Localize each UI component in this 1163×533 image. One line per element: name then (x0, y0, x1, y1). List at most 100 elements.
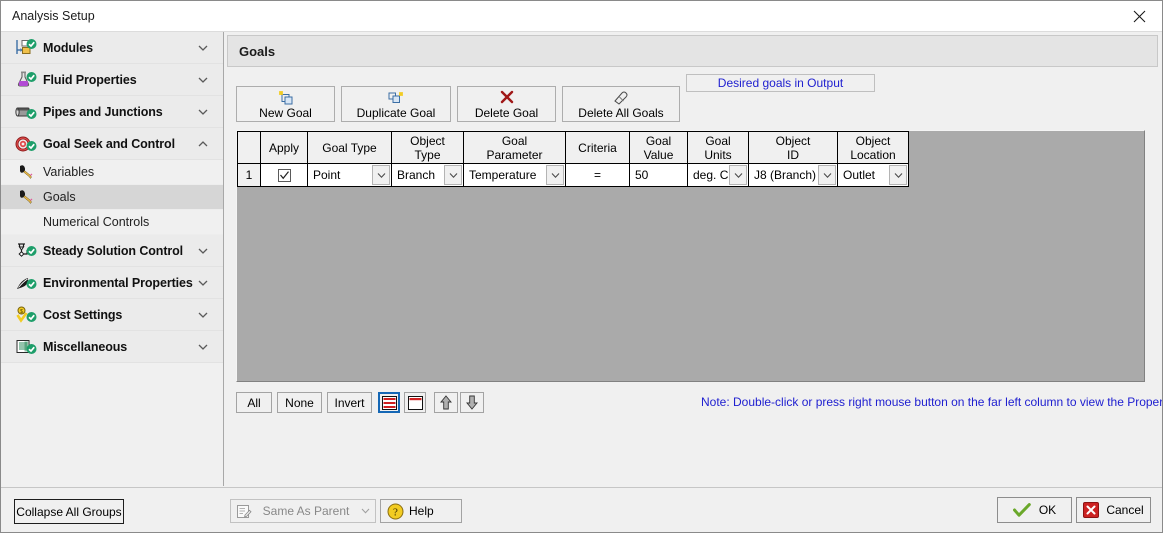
row-number-cell[interactable]: 1 (237, 163, 261, 187)
column-header-goal-value[interactable]: Goal Value (629, 131, 688, 164)
goal-type-dropdown-arrow[interactable] (372, 165, 390, 185)
chevron-down-icon[interactable] (355, 508, 375, 514)
help-button[interactable]: ? Help (380, 499, 462, 523)
chevron-up-icon[interactable] (197, 138, 209, 150)
header-label-line1: Object (410, 133, 445, 148)
grid-header-only-icon[interactable] (404, 392, 426, 413)
desired-goals-in-output-link[interactable]: Desired goals in Output (686, 74, 875, 92)
criteria-cell[interactable]: = (565, 163, 630, 187)
move-down-button[interactable] (460, 392, 484, 413)
column-header-rownum[interactable] (237, 131, 261, 164)
ok-button[interactable]: OK (997, 497, 1072, 523)
column-header-object-id[interactable]: Object ID (748, 131, 838, 164)
ok-label: OK (1038, 503, 1057, 517)
sidebar-item-miscellaneous[interactable]: Miscellaneous (1, 331, 223, 363)
sidebar-item-environmental-properties[interactable]: Environmental Properties (1, 267, 223, 299)
criteria-value: = (593, 168, 601, 182)
help-label: Help (409, 504, 434, 518)
chevron-down-icon[interactable] (197, 245, 209, 257)
flask-icon (9, 71, 43, 89)
goal-value-input[interactable]: 50 (630, 168, 687, 182)
sidebar-item-numerical-controls[interactable]: Numerical Controls (1, 210, 223, 235)
goal-units-value: deg. C (693, 168, 729, 182)
sidebar-item-modules[interactable]: Modules (1, 32, 223, 64)
row-number: 1 (245, 168, 253, 182)
invert-selection-button[interactable]: Invert (327, 392, 372, 413)
column-header-object-location[interactable]: Object Location (837, 131, 909, 164)
select-none-button[interactable]: None (277, 392, 322, 413)
sidebar-item-label: Variables (43, 165, 95, 179)
window-title: Analysis Setup (12, 9, 95, 23)
new-goal-button[interactable]: New Goal (236, 86, 335, 122)
sidebar-item-steady-solution-control[interactable]: Steady Solution Control (1, 235, 223, 267)
object-location-value: Outlet (843, 168, 876, 182)
arrow-up-icon (440, 395, 452, 410)
column-header-goal-type[interactable]: Goal Type (307, 131, 392, 164)
select-none-label: None (285, 395, 314, 410)
column-header-criteria[interactable]: Criteria (565, 131, 630, 164)
object-id-cell[interactable]: J8 (Branch) (748, 163, 838, 187)
sidebar-item-label: Fluid Properties (43, 72, 137, 87)
move-up-button[interactable] (434, 392, 458, 413)
delete-goal-label: Delete Goal (474, 106, 539, 120)
table-row[interactable]: 1 Point Branch Temperature = 50 deg. C J… (237, 163, 909, 187)
apply-cell[interactable] (260, 163, 308, 187)
invert-selection-label: Invert (334, 395, 365, 410)
goal-units-dropdown-arrow[interactable] (729, 165, 747, 185)
sidebar-item-label: Environmental Properties (43, 275, 193, 290)
chevron-down-icon[interactable] (197, 341, 209, 353)
chevron-down-icon[interactable] (197, 309, 209, 321)
chevron-down-icon[interactable] (197, 42, 209, 54)
same-as-parent-combo[interactable]: Same As Parent (230, 499, 376, 523)
object-type-cell[interactable]: Branch (391, 163, 464, 187)
panel-header: Goals (227, 35, 1158, 67)
goal-type-cell[interactable]: Point (307, 163, 392, 187)
close-icon[interactable] (1116, 1, 1162, 31)
sidebar-item-label: Goal Seek and Control (43, 136, 175, 151)
chevron-down-icon[interactable] (197, 74, 209, 86)
column-header-object-type[interactable]: Object Type (391, 131, 464, 164)
leaf-icon (9, 274, 43, 292)
delete-goal-button[interactable]: Delete Goal (457, 86, 556, 122)
goal-value-cell[interactable]: 50 (629, 163, 688, 187)
edit-note-icon (231, 504, 257, 519)
grid-all-rows-icon[interactable] (378, 392, 400, 413)
duplicate-goal-button[interactable]: Duplicate Goal (341, 86, 451, 122)
sidebar-item-label: Pipes and Junctions (43, 104, 163, 119)
object-type-value: Branch (397, 168, 436, 182)
column-header-goal-units[interactable]: Goal Units (687, 131, 749, 164)
column-header-apply[interactable]: Apply (260, 131, 308, 164)
delete-goal-icon (499, 89, 515, 106)
chevron-down-icon[interactable] (197, 277, 209, 289)
header-label-line2: Parameter (486, 147, 543, 162)
header-label-line1: Goal (645, 133, 672, 148)
select-all-button[interactable]: All (236, 392, 272, 413)
goal-parameter-value: Temperature (469, 168, 537, 182)
select-all-label: All (247, 395, 261, 410)
sidebar-item-cost-settings[interactable]: $ Cost Settings (1, 299, 223, 331)
column-header-goal-parameter[interactable]: Goal Parameter (463, 131, 566, 164)
delete-all-goals-button[interactable]: Delete All Goals (562, 86, 680, 122)
goal-parameter-dropdown-arrow[interactable] (546, 165, 564, 185)
target-icon (9, 135, 43, 153)
object-location-cell[interactable]: Outlet (837, 163, 909, 187)
object-location-dropdown-arrow[interactable] (889, 165, 907, 185)
cancel-button[interactable]: Cancel (1076, 497, 1151, 523)
sidebar-item-goals[interactable]: Goals (1, 185, 223, 210)
goal-units-cell[interactable]: deg. C (687, 163, 749, 187)
close-glyph (1133, 10, 1145, 22)
collapse-all-groups-button[interactable]: Collapse All Groups (14, 499, 124, 524)
sidebar-item-pipes-and-junctions[interactable]: Pipes and Junctions (1, 96, 223, 128)
apply-checkbox[interactable] (277, 168, 291, 182)
duplicate-goal-label: Duplicate Goal (356, 106, 436, 120)
goal-parameter-cell[interactable]: Temperature (463, 163, 566, 187)
chevron-down-icon[interactable] (197, 106, 209, 118)
object-type-dropdown-arrow[interactable] (444, 165, 462, 185)
sidebar-item-goal-seek-and-control[interactable]: Goal Seek and Control (1, 128, 223, 160)
sidebar-item-variables[interactable]: Variables (1, 160, 223, 185)
table-header-row: Apply Goal Type Object Type Goal Paramet… (237, 131, 909, 164)
sidebar-item-fluid-properties[interactable]: Fluid Properties (1, 64, 223, 96)
object-id-dropdown-arrow[interactable] (818, 165, 836, 185)
goals-grid[interactable]: Apply Goal Type Object Type Goal Paramet… (236, 130, 1145, 382)
header-label: Goal Type (322, 140, 377, 155)
